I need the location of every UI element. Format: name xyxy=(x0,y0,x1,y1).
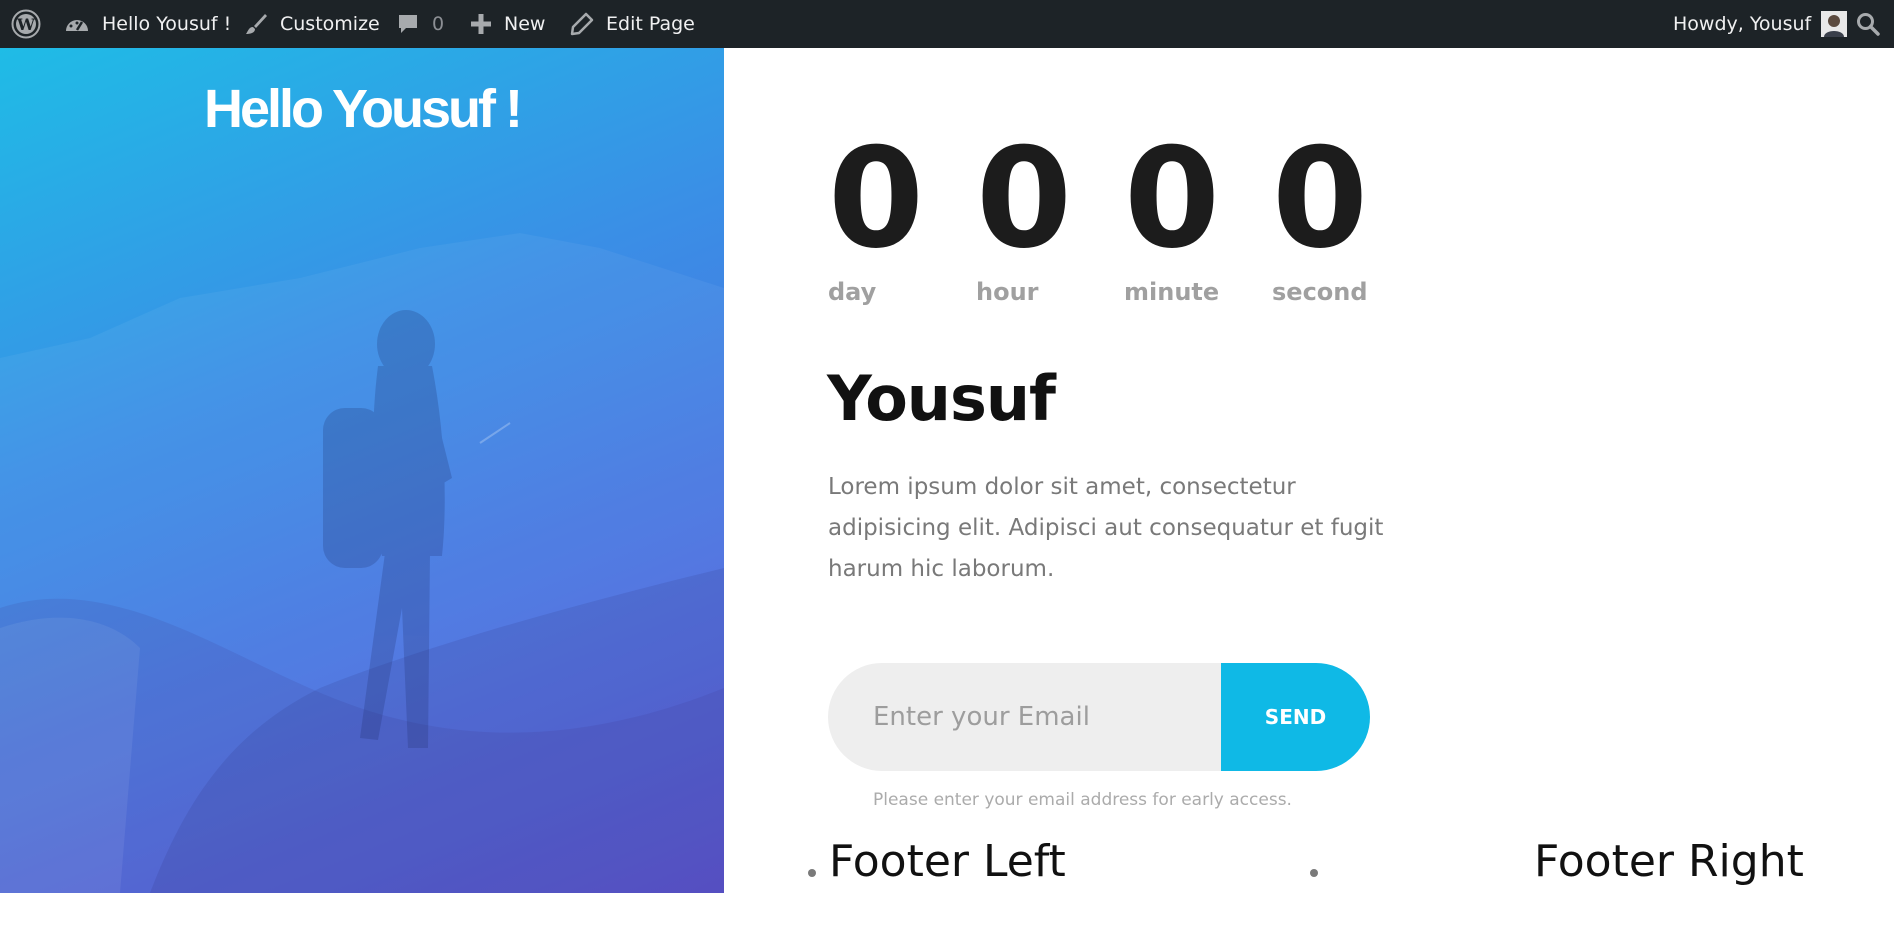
countdown-minute-value: 0 xyxy=(1124,118,1220,279)
email-input[interactable] xyxy=(828,663,1228,771)
site-name-label: Hello Yousuf ! xyxy=(102,13,232,35)
edit-page-menu[interactable]: Edit Page xyxy=(570,0,695,48)
footer-left: Footer Left xyxy=(829,836,1066,887)
countdown-day-label: day xyxy=(828,278,877,306)
brush-icon xyxy=(244,12,268,36)
hero-panel: Hello Yousuf ! xyxy=(0,48,724,893)
countdown-minute-label: minute xyxy=(1124,278,1220,306)
countdown-day-value: 0 xyxy=(828,118,924,279)
intro-paragraph: Lorem ipsum dolor sit amet, consectetur … xyxy=(828,474,1384,582)
pencil-icon xyxy=(570,12,594,36)
comments-menu[interactable]: 0 xyxy=(396,0,444,48)
search-icon[interactable] xyxy=(1856,0,1880,48)
hero-title: Hello Yousuf ! xyxy=(203,79,523,139)
countdown-hour-label: hour xyxy=(976,278,1039,306)
admin-bar: W Hello Yousuf ! Customize 0 New Edit Pa… xyxy=(0,0,1894,48)
my-account-menu[interactable]: Howdy, Yousuf xyxy=(1673,0,1848,48)
send-button[interactable]: SEND xyxy=(1221,663,1370,771)
new-content-menu[interactable]: New xyxy=(470,0,545,48)
site-name-menu[interactable]: Hello Yousuf ! xyxy=(64,0,231,48)
new-label: New xyxy=(504,13,546,35)
footer-left-bullet xyxy=(808,869,816,877)
wordpress-logo-icon[interactable]: W xyxy=(11,0,41,48)
countdown-second-value: 0 xyxy=(1272,118,1368,279)
form-hint: Please enter your email address for earl… xyxy=(873,790,1292,810)
customize-menu[interactable]: Customize xyxy=(244,0,380,48)
avatar xyxy=(1821,11,1848,37)
countdown-hour: 0 hour xyxy=(976,118,1106,307)
countdown-second: 0 second xyxy=(1272,118,1402,307)
plus-icon xyxy=(470,13,492,35)
countdown-day: 0 day xyxy=(828,118,958,307)
page-heading: Yousuf xyxy=(827,362,1056,435)
hiker-background-image xyxy=(0,233,724,893)
countdown-hour-value: 0 xyxy=(976,118,1072,279)
greeting-label: Howdy, Yousuf xyxy=(1673,13,1812,35)
footer-right: Footer Right xyxy=(1534,836,1804,887)
comment-icon xyxy=(396,12,420,36)
svg-text:W: W xyxy=(16,15,36,34)
edit-page-label: Edit Page xyxy=(606,13,695,35)
subscribe-form: SEND xyxy=(828,663,1370,771)
footer-right-bullet xyxy=(1310,869,1318,877)
countdown-minute: 0 minute xyxy=(1124,118,1254,307)
customize-label: Customize xyxy=(280,13,380,35)
countdown-second-label: second xyxy=(1272,278,1368,306)
dashboard-icon xyxy=(64,13,90,35)
comments-count: 0 xyxy=(432,13,445,35)
